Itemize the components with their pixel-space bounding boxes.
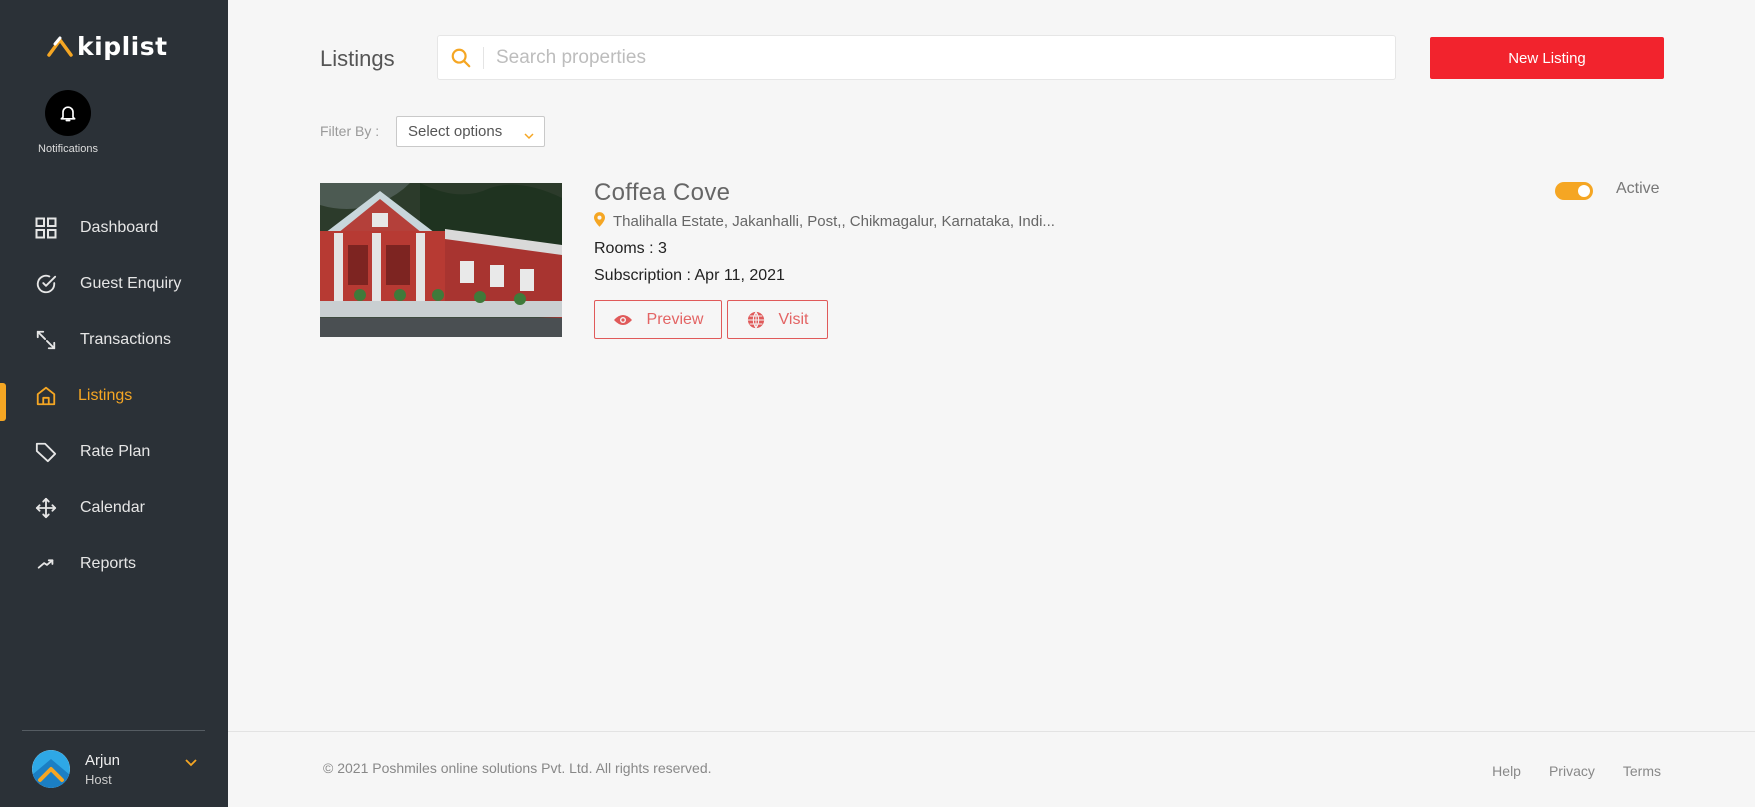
user-info: Arjun Host bbox=[85, 752, 120, 787]
sidebar-item-listings[interactable]: Listings bbox=[0, 368, 228, 424]
user-role: Host bbox=[85, 771, 112, 787]
page-title: Listings bbox=[320, 46, 395, 71]
filter-label: Filter By : bbox=[320, 123, 380, 139]
visit-label: Visit bbox=[778, 310, 809, 328]
footer-links: Help Privacy Terms bbox=[1492, 763, 1661, 779]
trend-icon bbox=[34, 552, 58, 576]
listing-rooms: Rooms : 3 bbox=[594, 240, 667, 257]
listing-address-text: Thalihalla Estate, Jakanhalli, Post,, Ch… bbox=[613, 213, 1055, 230]
copyright-text: © 2021 Poshmiles online solutions Pvt. L… bbox=[323, 760, 712, 776]
sidebar-item-label: Listings bbox=[78, 387, 133, 404]
sidebar-item-rate-plan[interactable]: Rate Plan bbox=[0, 424, 228, 480]
footer: © 2021 Poshmiles online solutions Pvt. L… bbox=[228, 731, 1755, 807]
chevron-down-icon[interactable] bbox=[185, 754, 197, 772]
filter-select[interactable]: Select options bbox=[396, 116, 545, 147]
sidebar-item-label: Calendar bbox=[80, 499, 145, 516]
bell-icon bbox=[60, 106, 76, 122]
sidebar-item-dashboard[interactable]: Dashboard bbox=[0, 200, 228, 256]
toggle-knob bbox=[1578, 185, 1590, 197]
footer-link-help[interactable]: Help bbox=[1492, 763, 1521, 779]
tag-icon bbox=[34, 440, 58, 464]
listing-thumbnail[interactable] bbox=[320, 183, 562, 337]
sidebar-item-reports[interactable]: Reports bbox=[0, 536, 228, 592]
footer-link-privacy[interactable]: Privacy bbox=[1549, 763, 1595, 779]
visit-button[interactable]: Visit bbox=[727, 300, 828, 339]
grid-icon bbox=[34, 216, 58, 240]
user-name: Arjun bbox=[85, 751, 121, 769]
chevron-down-icon bbox=[524, 127, 534, 144]
sidebar-item-transactions[interactable]: Transactions bbox=[0, 312, 228, 368]
sidebar-nav: Dashboard Guest Enquiry Transactions Lis… bbox=[0, 200, 228, 592]
listing-name[interactable]: Coffea Cove bbox=[594, 179, 730, 207]
sidebar-item-label: Reports bbox=[80, 555, 137, 572]
search-icon bbox=[438, 46, 484, 69]
arrows-icon bbox=[34, 328, 58, 352]
move-icon bbox=[34, 496, 58, 520]
logo-chevron-icon bbox=[47, 36, 73, 57]
preview-button[interactable]: Preview bbox=[594, 300, 722, 339]
new-listing-button[interactable]: New Listing bbox=[1430, 37, 1664, 79]
filter-selected-value: Select options bbox=[408, 123, 503, 140]
listing-address: Thalihalla Estate, Jakanhalli, Post,, Ch… bbox=[594, 212, 1055, 231]
notifications-label: Notifications bbox=[38, 143, 98, 155]
footer-link-terms[interactable]: Terms bbox=[1623, 763, 1661, 779]
sidebar-item-guest-enquiry[interactable]: Guest Enquiry bbox=[0, 256, 228, 312]
sidebar-divider bbox=[22, 730, 205, 731]
listing-subscription: Subscription : Apr 11, 2021 bbox=[594, 267, 785, 284]
location-pin-icon bbox=[594, 212, 605, 231]
home-icon bbox=[34, 384, 58, 408]
globe-icon bbox=[747, 311, 764, 328]
user-menu[interactable]: Arjun Host bbox=[32, 750, 197, 788]
active-indicator bbox=[0, 383, 6, 421]
status-label: Active bbox=[1616, 180, 1660, 197]
search-bar[interactable] bbox=[437, 35, 1396, 80]
sidebar-item-label: Guest Enquiry bbox=[80, 275, 182, 292]
kiplist-logo[interactable]: kiplist bbox=[47, 32, 168, 61]
check-circle-icon bbox=[34, 272, 58, 296]
sidebar: kiplist Notifications Dashboard Guest En… bbox=[0, 0, 228, 807]
sidebar-item-label: Transactions bbox=[80, 331, 171, 348]
sidebar-item-label: Dashboard bbox=[80, 219, 159, 236]
active-toggle[interactable] bbox=[1555, 182, 1593, 200]
notifications[interactable]: Notifications bbox=[0, 90, 136, 155]
notifications-button[interactable] bbox=[45, 90, 91, 136]
search-input[interactable] bbox=[484, 37, 1395, 78]
avatar bbox=[32, 750, 70, 788]
eye-icon bbox=[613, 314, 632, 325]
logo-text: kiplist bbox=[77, 32, 168, 61]
sidebar-item-calendar[interactable]: Calendar bbox=[0, 480, 228, 536]
preview-label: Preview bbox=[646, 310, 704, 328]
sidebar-item-label: Rate Plan bbox=[80, 443, 151, 460]
